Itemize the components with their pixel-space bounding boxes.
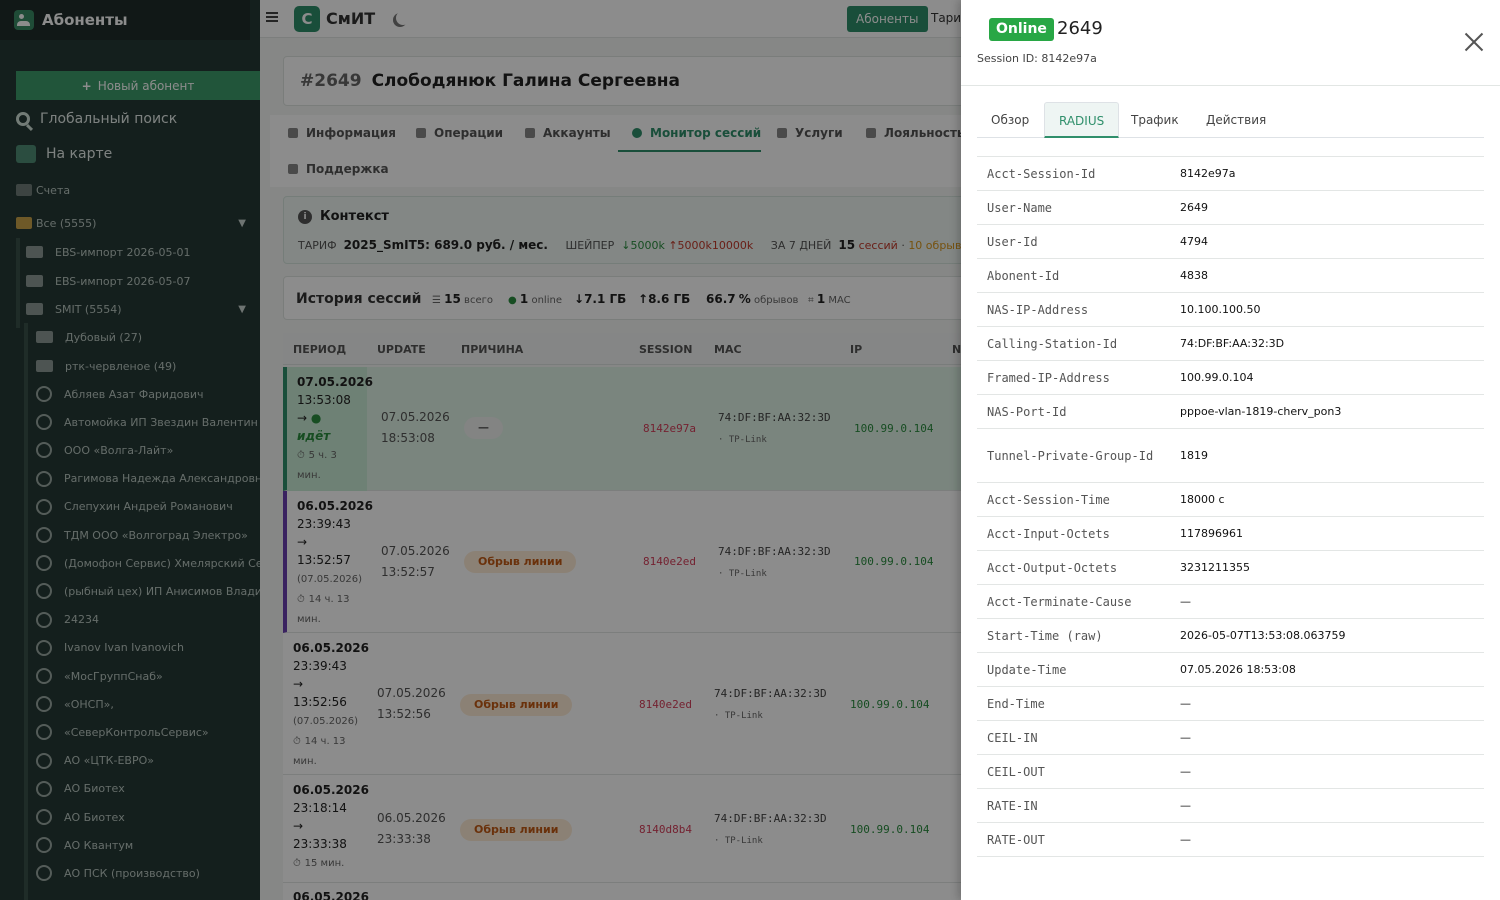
tab-overview[interactable]: Обзор — [977, 102, 1043, 138]
radius-row: Acct-Session-Id 8142e97a — [977, 157, 1484, 191]
radius-row: End-Time — — [977, 687, 1484, 721]
radius-row: Update-Time 07.05.2026 18:53:08 — [977, 653, 1484, 687]
radius-key: End-Time — [987, 696, 1045, 711]
radius-key: CEIL-IN — [987, 730, 1038, 745]
close-icon[interactable] — [1462, 30, 1486, 54]
radius-value: 4794 — [1180, 235, 1208, 248]
radius-value: pppoe-vlan-1819-cherv_pon3 — [1180, 405, 1342, 418]
radius-value: 74:DF:BF:AA:32:3D — [1180, 337, 1285, 350]
radius-row: Acct-Input-Octets 117896961 — [977, 517, 1484, 551]
radius-key: Acct-Output-Octets — [987, 560, 1118, 575]
radius-value: 10.100.100.50 — [1180, 303, 1261, 316]
radius-key: Acct-Session-Time — [987, 492, 1110, 507]
radius-row: CEIL-IN — — [977, 721, 1484, 755]
radius-value: 1819 — [1180, 449, 1208, 462]
radius-row: Tunnel-Private-Group-Id 1819 — [977, 429, 1484, 483]
radius-key: Start-Time (raw) — [987, 628, 1103, 643]
radius-key: RATE-IN — [987, 798, 1038, 813]
radius-value: 8142e97a — [1180, 167, 1236, 180]
radius-value: 07.05.2026 18:53:08 — [1180, 663, 1296, 676]
radius-value: — — [1180, 731, 1191, 744]
radius-key: Tunnel-Private-Group-Id — [987, 448, 1154, 463]
radius-row: NAS-Port-Id pppoe-vlan-1819-cherv_pon3 — [977, 395, 1484, 429]
radius-row: Framed-IP-Address 100.99.0.104 — [977, 361, 1484, 395]
panel-title: 2649 — [1057, 18, 1103, 39]
radius-key: Acct-Terminate-Cause — [987, 594, 1132, 609]
radius-key: CEIL-OUT — [987, 764, 1045, 779]
radius-key: Framed-IP-Address — [987, 370, 1110, 385]
radius-value: — — [1180, 833, 1191, 846]
radius-row: Calling-Station-Id 74:DF:BF:AA:32:3D — [977, 327, 1484, 361]
radius-value: 100.99.0.104 — [1180, 371, 1254, 384]
radius-row: Acct-Terminate-Cause — — [977, 585, 1484, 619]
tab-radius[interactable]: RADIUS — [1044, 102, 1120, 138]
radius-value: — — [1180, 799, 1191, 812]
radius-key: NAS-IP-Address — [987, 302, 1089, 317]
radius-row: Acct-Session-Time 18000 с — [977, 483, 1484, 517]
radius-key: User-Name — [987, 200, 1053, 215]
radius-key: User-Id — [987, 234, 1038, 249]
radius-row: NAS-IP-Address 10.100.100.50 — [977, 293, 1484, 327]
radius-row: RATE-IN — — [977, 789, 1484, 823]
panel-tabs: Обзор RADIUS Трафик Действия — [977, 102, 1484, 138]
radius-key: RATE-OUT — [987, 832, 1045, 847]
radius-key: Update-Time — [987, 662, 1067, 677]
radius-row: Abonent-Id 4838 — [977, 259, 1484, 293]
radius-value: 2649 — [1180, 201, 1208, 214]
radius-row: RATE-OUT — — [977, 823, 1484, 857]
radius-value: — — [1180, 765, 1191, 778]
divider — [961, 85, 1500, 86]
status-badge: Online — [989, 18, 1054, 41]
radius-value: 4838 — [1180, 269, 1208, 282]
radius-value: — — [1180, 697, 1191, 710]
radius-key: Calling-Station-Id — [987, 336, 1118, 351]
radius-key: Abonent-Id — [987, 268, 1060, 283]
radius-row: Start-Time (raw) 2026-05-07T13:53:08.0637… — [977, 619, 1484, 653]
radius-row: User-Id 4794 — [977, 225, 1484, 259]
radius-value: — — [1180, 595, 1191, 608]
radius-key: Acct-Input-Octets — [987, 526, 1110, 541]
radius-row: User-Name 2649 — [977, 191, 1484, 225]
radius-row: CEIL-OUT — — [977, 755, 1484, 789]
session-detail-panel: Online 2649 Session ID: 8142e97a Обзор R… — [961, 0, 1500, 900]
tab-traffic[interactable]: Трафик — [1117, 102, 1193, 138]
radius-key: NAS-Port-Id — [987, 404, 1067, 419]
panel-session-id: Session ID: 8142e97a — [977, 52, 1097, 65]
radius-value: 2026-05-07T13:53:08.063759 — [1180, 629, 1346, 642]
radius-value: 18000 с — [1180, 493, 1225, 506]
radius-row: Acct-Output-Octets 3231211355 — [977, 551, 1484, 585]
radius-key: Acct-Session-Id — [987, 166, 1096, 181]
radius-table: Acct-Session-Id 8142e97a User-Name 2649 User… — [977, 156, 1484, 857]
radius-value: 117896961 — [1180, 527, 1243, 540]
radius-value: 3231211355 — [1180, 561, 1250, 574]
tab-actions[interactable]: Действия — [1192, 102, 1280, 138]
